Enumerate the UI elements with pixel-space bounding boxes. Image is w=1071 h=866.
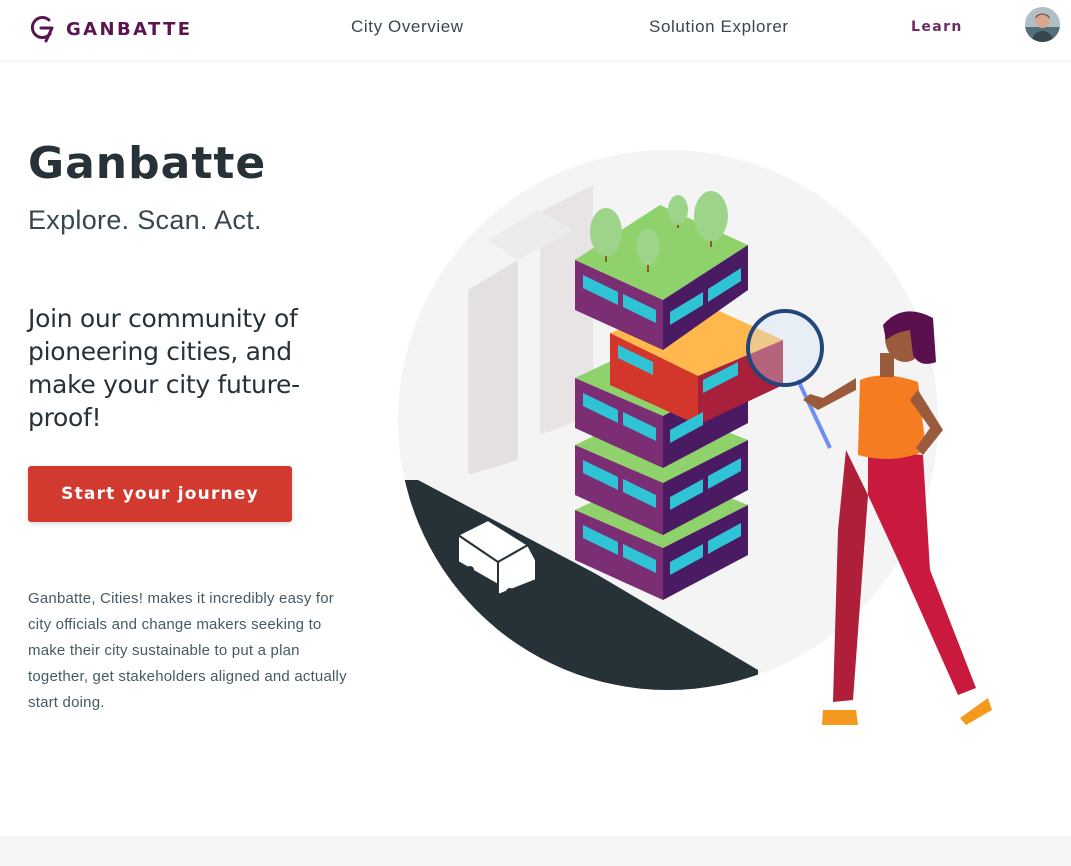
hero-description: Ganbatte, Cities! makes it incredibly ea… xyxy=(28,590,347,711)
nav-city-overview[interactable]: City Overview xyxy=(351,17,464,37)
top-navigation-bar: GANBATTE City Overview Solution Explorer… xyxy=(0,0,1071,60)
nav-solution-explorer[interactable]: Solution Explorer xyxy=(649,17,789,37)
city-illustration xyxy=(398,150,992,725)
ganbatte-logo-icon xyxy=(30,16,54,43)
brand-logo-link[interactable]: GANBATTE xyxy=(28,14,193,44)
nav-learn[interactable]: Learn xyxy=(911,19,963,35)
start-journey-button[interactable]: Start your journey xyxy=(28,466,292,522)
user-avatar[interactable] xyxy=(1025,7,1060,42)
avatar-photo-icon xyxy=(1025,7,1060,42)
hero-tagline: Explore. Scan. Act. xyxy=(28,205,262,235)
hero-pitch: Join our community of pioneering cities,… xyxy=(28,304,300,432)
footer-band xyxy=(0,836,1071,866)
brand-name: GANBATTE xyxy=(66,18,193,40)
page-title: Ganbatte xyxy=(28,138,267,189)
